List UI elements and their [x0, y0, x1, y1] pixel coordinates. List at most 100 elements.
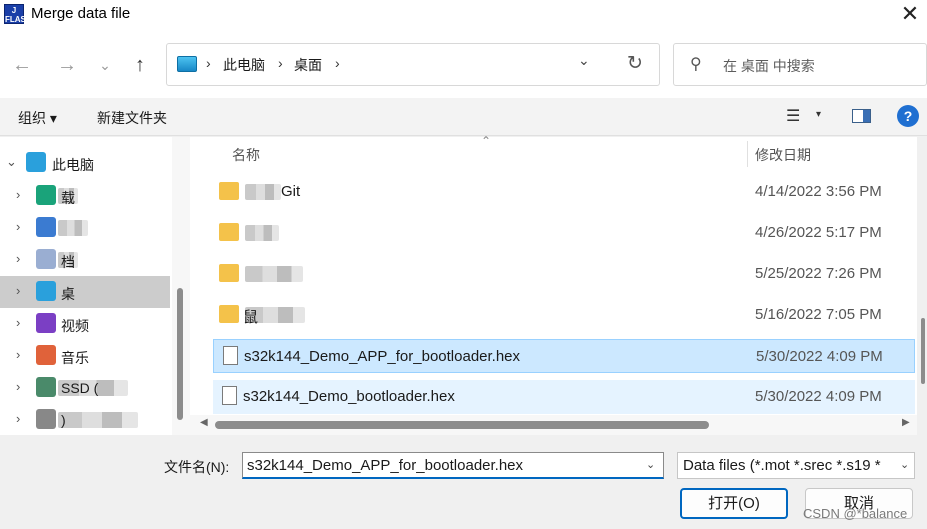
file-name: s32k144_Demo_bootloader.hex	[243, 388, 455, 405]
chevron-down-icon[interactable]: ⌄	[578, 52, 598, 69]
chevron-right-icon[interactable]: ›	[16, 251, 20, 266]
music-icon	[36, 345, 56, 365]
tree-scrollbar-thumb[interactable]	[177, 288, 183, 420]
file-row[interactable]: 4/26/2022 5:17 PM	[213, 216, 915, 250]
tree-item-label: 音乐	[61, 350, 89, 366]
open-button[interactable]: 打开(O)	[680, 488, 788, 519]
preview-pane-icon[interactable]	[852, 109, 871, 123]
file-modified-date: 5/30/2022 4:09 PM	[755, 388, 882, 405]
filename-label: 文件名(N):	[164, 459, 230, 475]
chevron-right-icon[interactable]: ›	[16, 315, 20, 330]
back-button[interactable]: ←	[8, 52, 36, 78]
breadcrumb-separator: ›	[206, 55, 211, 71]
watermark: CSDN @*balance	[803, 506, 908, 521]
download-icon	[36, 185, 56, 205]
scroll-right-icon[interactable]: ▶	[902, 417, 910, 428]
window-title: Merge data file	[31, 5, 131, 22]
tree-item-label: )	[61, 412, 66, 428]
tree-item[interactable]: › 视频	[0, 308, 170, 340]
file-row[interactable]: s32k144_Demo_bootloader.hex 5/30/2022 4:0…	[213, 380, 915, 414]
vertical-scrollbar[interactable]	[917, 137, 927, 435]
chevron-down-icon[interactable]: ⌄	[6, 154, 17, 170]
chevron-right-icon[interactable]: ›	[16, 379, 20, 394]
file-modified-date: 4/26/2022 5:17 PM	[755, 224, 882, 241]
file-name: s32k144_Demo_APP_for_bootloader.hex	[244, 348, 521, 365]
close-button[interactable]: ✕	[893, 0, 927, 30]
tree-item[interactable]: › 载	[0, 180, 170, 212]
search-placeholder[interactable]: 在 桌面 中搜索	[723, 56, 815, 76]
new-folder-button[interactable]: 新建文件夹	[97, 108, 167, 128]
file-row[interactable]: Git 4/14/2022 3:56 PM	[213, 175, 915, 209]
folder-icon	[219, 223, 239, 241]
search-icon: ⚲	[690, 56, 702, 73]
file-row[interactable]: s32k144_Demo_APP_for_bootloader.hex 5/30/…	[213, 339, 915, 373]
refresh-icon[interactable]: ↻	[624, 52, 646, 75]
redacted-text	[245, 225, 279, 241]
chevron-right-icon[interactable]: ›	[16, 411, 20, 426]
folder-icon	[219, 264, 239, 282]
chevron-right-icon[interactable]: ›	[16, 187, 20, 202]
file-row[interactable]: 鼠 5/16/2022 7:05 PM	[213, 298, 915, 332]
tree-item[interactable]: ›)	[0, 404, 170, 436]
help-icon[interactable]: ?	[897, 105, 919, 127]
file-name: 鼠	[243, 309, 259, 326]
file-type-select[interactable]: Data files (*.mot *.srec *.s19 *	[677, 452, 915, 479]
tree-item[interactable]: › 档	[0, 244, 170, 276]
redacted-text	[245, 266, 303, 282]
column-header-date[interactable]: 修改日期	[755, 145, 811, 165]
breadcrumb-separator[interactable]: ›	[278, 55, 283, 71]
column-divider[interactable]	[747, 141, 748, 167]
redacted-text	[58, 220, 88, 236]
horizontal-scrollbar-thumb[interactable]	[215, 421, 709, 429]
chevron-down-icon[interactable]: ⌄	[900, 458, 909, 471]
pc-icon	[26, 152, 46, 172]
document-icon	[36, 249, 56, 269]
drive-icon	[36, 409, 56, 429]
video-icon	[36, 313, 56, 333]
up-button[interactable]: ↑	[126, 52, 154, 78]
chevron-right-icon[interactable]: ›	[16, 219, 20, 234]
view-options-icon[interactable]: ☰	[786, 106, 800, 126]
file-icon	[222, 386, 237, 405]
tree-item[interactable]: › SSD (	[0, 372, 170, 404]
tree-item[interactable]: ⌄ 此电脑	[0, 147, 170, 179]
folder-icon	[219, 305, 239, 323]
jflash-app-icon: J FLASH	[4, 4, 32, 24]
vertical-scrollbar-thumb[interactable]	[921, 318, 925, 384]
desktop-icon	[36, 281, 56, 301]
chevron-right-icon[interactable]: ›	[16, 347, 20, 362]
file-row[interactable]: 5/25/2022 7:26 PM	[213, 257, 915, 291]
redacted-text	[58, 412, 138, 428]
view-caret-icon[interactable]: ▾	[816, 109, 821, 120]
filename-input[interactable]	[242, 452, 664, 479]
recent-locations-button[interactable]: ⌄	[91, 52, 119, 78]
document-blur-icon	[36, 217, 56, 237]
pc-icon	[177, 56, 197, 72]
file-modified-date: 5/25/2022 7:26 PM	[755, 265, 882, 282]
chevron-down-icon[interactable]: ⌄	[646, 458, 655, 471]
breadcrumb-desktop[interactable]: 桌面	[294, 55, 322, 75]
title-bar	[0, 0, 927, 30]
tree-item-label: 载	[61, 190, 75, 206]
tree-item-label: 视频	[61, 318, 89, 334]
tree-item-label: 桌	[61, 286, 75, 302]
tree-item[interactable]: ›	[0, 212, 170, 244]
file-modified-date: 5/16/2022 7:05 PM	[755, 306, 882, 323]
redacted-text	[245, 184, 281, 200]
column-header-name[interactable]: 名称	[232, 145, 260, 165]
organize-menu[interactable]: 组织 ▾	[18, 108, 57, 128]
chevron-right-icon[interactable]: ›	[16, 283, 20, 298]
file-icon	[223, 346, 238, 365]
folder-icon	[219, 182, 239, 200]
tree-item-label: 档	[61, 254, 75, 270]
scroll-left-icon[interactable]: ◀	[200, 417, 208, 428]
breadcrumb-separator[interactable]: ›	[335, 55, 340, 71]
tree-item[interactable]: › 音乐	[0, 340, 170, 372]
forward-button[interactable]: →	[53, 52, 81, 78]
file-name: Git	[281, 183, 301, 200]
drive-icon	[36, 377, 56, 397]
breadcrumb-this-pc[interactable]: 此电脑	[223, 55, 265, 75]
tree-item-label: 此电脑	[52, 157, 94, 173]
tree-item[interactable]: › 桌	[0, 276, 170, 308]
file-modified-date: 4/14/2022 3:56 PM	[755, 183, 882, 200]
